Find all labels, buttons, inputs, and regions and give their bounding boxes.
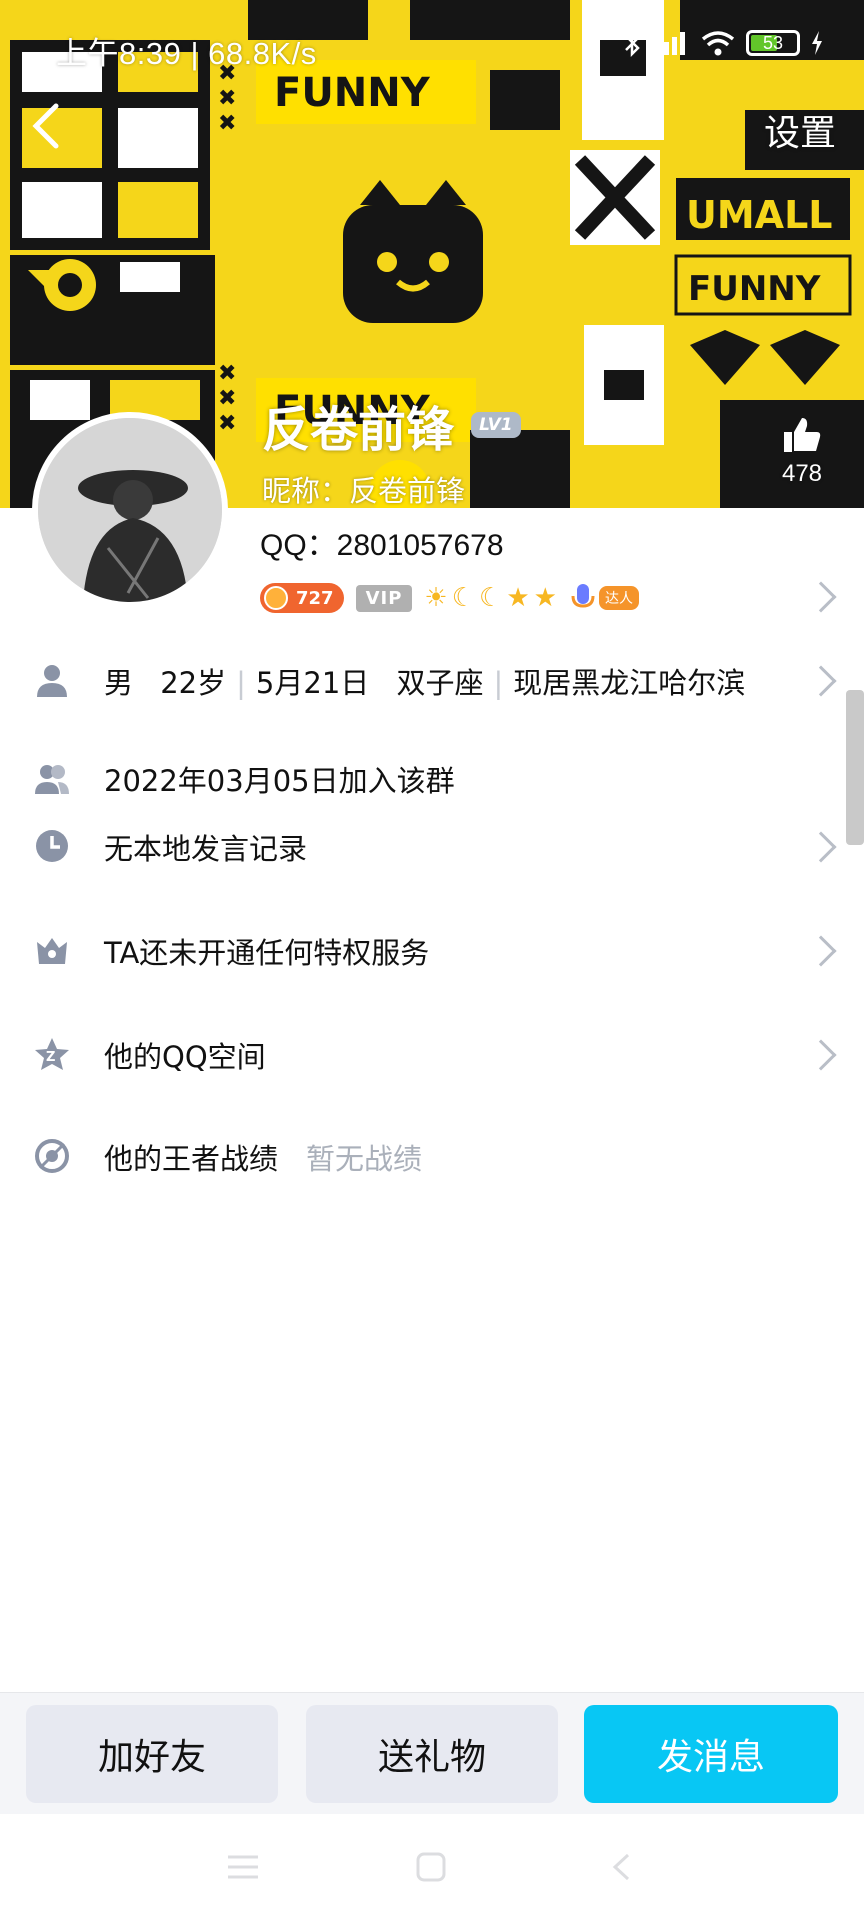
avatar[interactable] — [32, 412, 228, 608]
group-icon — [35, 765, 69, 794]
svg-text:✖: ✖ — [218, 386, 236, 411]
add-friend-button[interactable]: 加好友 — [26, 1705, 278, 1803]
back-nav-icon[interactable] — [610, 1852, 634, 1882]
wifi-icon — [701, 31, 735, 56]
qzone-star-icon: Z — [35, 1038, 69, 1070]
nickname: 昵称：反卷前锋 — [262, 474, 466, 508]
vip-badge: VIP — [355, 584, 413, 612]
birthday: 5月21日 — [255, 666, 370, 700]
sun-icon: ☀ — [424, 583, 448, 613]
coin-icon — [264, 586, 288, 610]
qzone-link: 他的QQ空间 — [104, 1040, 266, 1074]
action-bar: 加好友 送礼物 发消息 — [0, 1692, 864, 1814]
game-record-status: 暂无战绩 — [306, 1142, 423, 1176]
scrollbar-thumb[interactable] — [846, 690, 864, 845]
speech-record-row[interactable]: 无本地发言记录 — [0, 816, 864, 876]
qq-level-icons: ☀ ☾ ☾ ★ ★ — [424, 583, 557, 613]
signal-icon — [656, 32, 685, 55]
level-badge: LV1 — [471, 412, 521, 438]
cover-funny-text-2: FUNNY — [688, 269, 821, 309]
status-bar: 上午8:39 | 68.8K/s 53 — [0, 0, 864, 100]
game-record: 他的王者战绩 暂无战绩 — [104, 1142, 423, 1176]
game-target-icon — [35, 1139, 69, 1173]
location: 现居黑龙江哈尔滨 — [513, 666, 746, 700]
name-block: 反卷前锋 LV1 昵称：反卷前锋 — [262, 390, 521, 508]
svg-text:✖: ✖ — [218, 111, 236, 136]
send-message-button[interactable]: 发消息 — [584, 1705, 838, 1803]
age: 22岁 — [160, 666, 227, 700]
gender: 男 — [104, 666, 134, 700]
svg-text:✖: ✖ — [218, 411, 236, 436]
back-button[interactable] — [18, 96, 78, 156]
zodiac: 双子座 — [396, 666, 484, 700]
qzone-row[interactable]: Z 他的QQ空间 — [0, 1024, 864, 1084]
join-date: 2022年03月05日加入该群 — [104, 764, 455, 798]
chevron-left-icon — [32, 103, 59, 149]
clock-icon — [36, 830, 68, 862]
star-icon: ★ — [506, 583, 530, 613]
status-time: 上午8:39 | 68.8K/s — [56, 36, 317, 71]
menu-icon[interactable] — [226, 1852, 260, 1882]
status-icons: 53 — [622, 28, 824, 58]
moon-icon: ☾ — [451, 583, 476, 613]
person-icon — [37, 665, 67, 697]
privilege-row[interactable]: TA还未开通任何特权服务 — [0, 920, 864, 980]
home-icon[interactable] — [416, 1852, 446, 1882]
game-record-row[interactable]: 他的王者战绩 暂无战绩 — [0, 1126, 864, 1186]
basic-info: 男 22岁 | 5月21日 双子座 | 现居黑龙江哈尔滨 — [104, 666, 746, 700]
badges-row[interactable]: 727 VIP ☀ ☾ ☾ ★ ★ 达人 — [260, 580, 840, 616]
like-count: 478 — [781, 460, 823, 487]
profile-basic-info-row[interactable]: 男 22岁 | 5月21日 双子座 | 现居黑龙江哈尔滨 — [0, 650, 864, 710]
display-name: 反卷前锋 — [262, 402, 455, 458]
send-gift-button[interactable]: 送礼物 — [306, 1705, 558, 1803]
chevron-right-icon — [805, 831, 837, 863]
charging-icon — [812, 31, 822, 55]
svg-text:Z: Z — [46, 1050, 55, 1065]
chevron-right-icon — [805, 935, 837, 967]
svg-text:✖: ✖ — [218, 361, 236, 386]
system-nav-bar — [0, 1814, 864, 1920]
thumbs-up-icon — [784, 418, 821, 452]
speech-record: 无本地发言记录 — [104, 832, 308, 866]
chevron-right-icon — [805, 665, 837, 697]
privilege-status: TA还未开通任何特权服务 — [104, 936, 430, 970]
settings-button[interactable]: 设置 — [764, 104, 836, 156]
crown-icon — [37, 938, 67, 964]
bluetooth-icon — [625, 28, 640, 58]
score-badge: 727 — [260, 583, 344, 613]
microphone-icon — [571, 584, 595, 608]
moon-icon: ☾ — [479, 583, 503, 613]
like-button[interactable]: 478 — [772, 412, 832, 488]
talent-badge: 达人 — [569, 582, 639, 614]
battery-indicator: 53 — [746, 30, 800, 56]
qq-number: QQ：2801057678 — [260, 529, 504, 562]
star-icon: ★ — [533, 583, 557, 613]
chevron-right-icon — [805, 1039, 837, 1071]
group-join-row: 2022年03月05日加入该群 — [0, 748, 864, 808]
avatar-image — [38, 418, 222, 602]
cover-umall-text: UMALL — [686, 193, 833, 237]
